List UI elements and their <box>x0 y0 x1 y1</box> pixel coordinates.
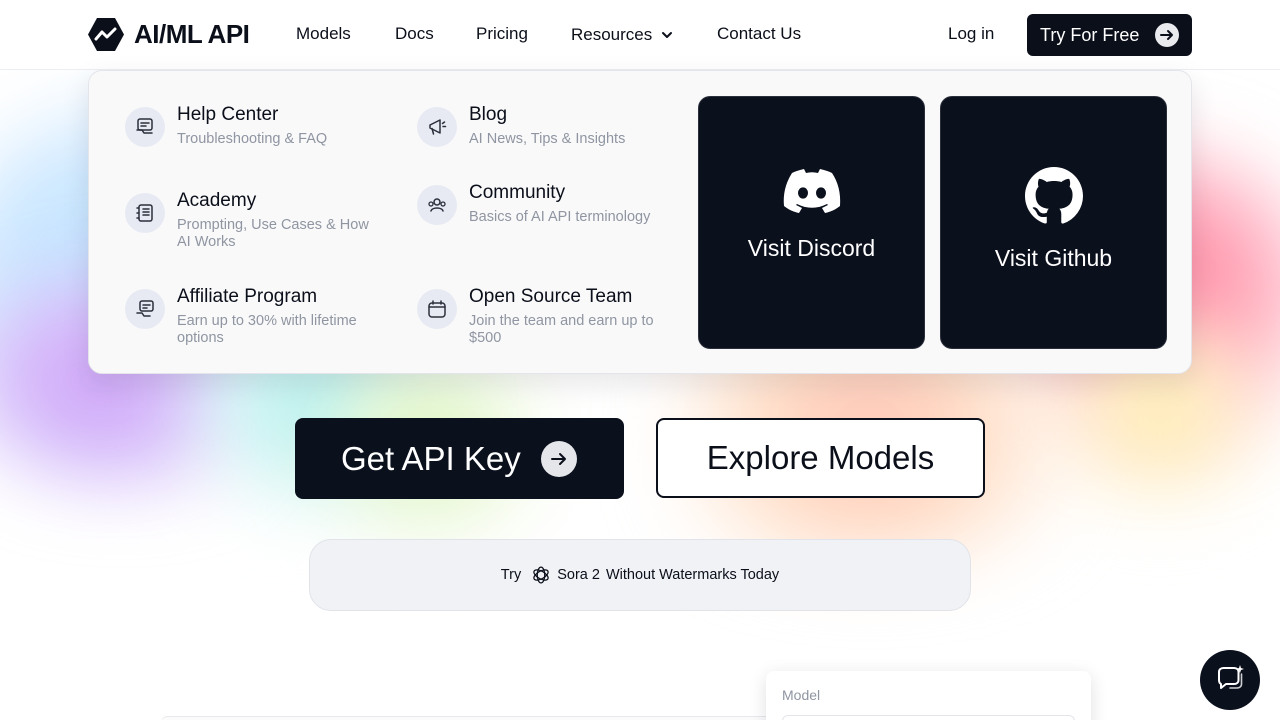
menu-item-description: Troubleshooting & FAQ <box>177 131 328 147</box>
get-api-key-button[interactable]: Get API Key <box>295 418 624 499</box>
menu-item-title: Community <box>469 182 566 203</box>
promo-suffix: Without Watermarks Today <box>605 567 780 583</box>
trend-line-hexagon-icon <box>88 18 124 51</box>
sora-promo-banner[interactable]: Try Sora 2 Without Watermarks Today <box>309 539 971 611</box>
brand-name: AI/ML API <box>134 19 250 49</box>
playground-preview <box>160 716 780 720</box>
arrow-right-icon <box>541 441 577 477</box>
promo-model-name: Sora 2 <box>557 567 600 583</box>
model-select[interactable] <box>782 715 1075 720</box>
chat-bubble-icon <box>1218 665 1244 689</box>
visit-github-label: Visit Github <box>994 245 1113 271</box>
visit-discord-label: Visit Discord <box>747 235 876 261</box>
megaphone-icon <box>417 107 457 147</box>
nav-resources-label: Resources <box>571 25 653 44</box>
try-for-free-label: Try For Free <box>1040 24 1140 45</box>
chat-support-button[interactable] <box>1200 650 1260 710</box>
menu-item-title: Academy <box>177 190 257 211</box>
get-api-key-label: Get API Key <box>341 440 521 477</box>
visit-discord-card[interactable]: Visit Discord <box>698 96 925 349</box>
model-selector-panel: Model <box>766 671 1091 720</box>
menu-item-description: Prompting, Use Cases & How AI Works <box>177 217 369 250</box>
visit-github-card[interactable]: Visit Github <box>940 96 1167 349</box>
promo-prefix: Try <box>500 567 522 583</box>
community-icon <box>417 185 457 225</box>
login-link[interactable]: Log in <box>948 24 994 44</box>
menu-item-title: Affiliate Program <box>177 286 318 307</box>
menu-item-description: AI News, Tips & Insights <box>469 131 626 147</box>
nav-models[interactable]: Models <box>296 24 351 44</box>
nav-contact-us[interactable]: Contact Us <box>717 24 801 44</box>
menu-item-description: Join the team and earn up to $500 <box>469 313 654 346</box>
nav-resources-dropdown[interactable]: Resources <box>571 25 674 45</box>
menu-item-description: Basics of AI API terminology <box>469 209 651 225</box>
logo-link[interactable]: AI/ML API <box>88 18 250 51</box>
menu-item-title: Help Center <box>177 104 279 125</box>
arrow-right-icon <box>1155 23 1179 47</box>
help-center-icon <box>125 107 165 147</box>
nav-pricing[interactable]: Pricing <box>476 24 528 44</box>
menu-item-title: Open Source Team <box>469 286 633 307</box>
nav-docs[interactable]: Docs <box>395 24 434 44</box>
calendar-icon <box>417 289 457 329</box>
resources-dropdown-menu: Help Center Troubleshooting & FAQ Blog A… <box>88 70 1192 374</box>
chevron-down-icon <box>662 32 673 38</box>
try-for-free-button[interactable]: Try For Free <box>1027 14 1192 56</box>
menu-item-description: Earn up to 30% with lifetime options <box>177 313 357 346</box>
menu-item-title: Blog <box>469 104 508 125</box>
openai-icon <box>533 566 549 584</box>
discord-icon <box>783 169 840 213</box>
github-icon <box>1024 167 1083 224</box>
explore-models-button[interactable]: Explore Models <box>656 418 985 498</box>
affiliate-icon <box>125 289 165 329</box>
model-label: Model <box>782 687 821 703</box>
notebook-icon <box>125 193 165 233</box>
site-header: AI/ML API Models Docs Pricing Resources … <box>0 0 1280 70</box>
